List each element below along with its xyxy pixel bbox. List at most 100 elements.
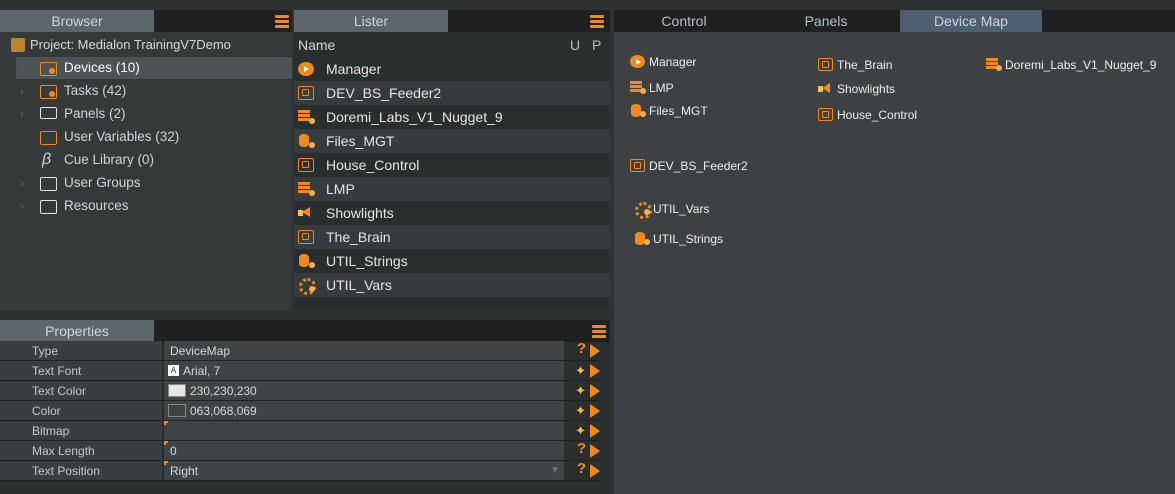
tab-properties[interactable]: Properties: [0, 320, 154, 342]
edit-corner-marker: [164, 441, 168, 445]
folder-icon: [40, 177, 57, 191]
chevron-right-icon[interactable]: ›: [20, 195, 24, 217]
tree-item-label: User Groups: [64, 175, 141, 190]
properties-panel: Properties Type DeviceMap ? Text Font A …: [0, 320, 610, 494]
lister-panel: Lister Name U P Manager DEV_BS_Feeder2 D…: [294, 10, 610, 310]
property-buttons: ✦: [560, 381, 600, 400]
list-item[interactable]: House_Control: [294, 153, 610, 177]
property-value-field[interactable]: DeviceMap: [164, 341, 564, 360]
map-device-label: The_Brain: [837, 58, 893, 72]
properties-tabbar: Properties: [0, 320, 610, 342]
database-icon: [298, 254, 315, 268]
property-row-type: Type DeviceMap ?: [0, 339, 604, 361]
property-value-field[interactable]: A Arial, 7: [164, 361, 564, 380]
color-swatch[interactable]: [168, 404, 186, 417]
tree-item-tasks[interactable]: › Tasks (42): [16, 80, 292, 102]
tab-panels[interactable]: Panels: [754, 10, 898, 32]
hamburger-menu-icon[interactable]: [275, 14, 289, 28]
property-value: 230,230,230: [190, 384, 257, 398]
tree-item-resources[interactable]: › Resources: [16, 195, 292, 217]
list-item[interactable]: Files_MGT: [294, 129, 610, 153]
property-row-bitmap: Bitmap ✦: [0, 421, 604, 441]
property-value: 0: [170, 444, 177, 458]
list-item[interactable]: Manager: [294, 57, 610, 81]
play-arrow-icon[interactable]: [590, 344, 600, 358]
list-item[interactable]: The_Brain: [294, 225, 610, 249]
list-item[interactable]: DEV_BS_Feeder2: [294, 81, 610, 105]
help-icon[interactable]: ?: [577, 459, 586, 479]
magic-wand-icon[interactable]: ✦: [575, 361, 586, 381]
list-item[interactable]: Showlights: [294, 201, 610, 225]
property-key: Text Font: [0, 361, 162, 380]
property-value-field[interactable]: 0: [164, 441, 564, 460]
map-device-label: DEV_BS_Feeder2: [649, 159, 748, 173]
property-buttons: ?: [560, 339, 600, 360]
color-swatch[interactable]: [168, 384, 186, 397]
tab-control[interactable]: Control: [614, 10, 754, 32]
list-item-name: The_Brain: [326, 229, 391, 245]
list-item[interactable]: UTIL_Strings: [294, 249, 610, 273]
play-arrow-icon[interactable]: [590, 444, 600, 458]
play-arrow-icon[interactable]: [590, 384, 600, 398]
tree-item-label: Cue Library (0): [64, 152, 155, 167]
property-value-field[interactable]: [164, 421, 564, 440]
property-buttons: ?: [560, 459, 600, 480]
property-buttons: ✦: [560, 361, 600, 380]
property-value-field[interactable]: 063,068,069: [164, 401, 564, 420]
server-stack-icon: [986, 58, 1002, 71]
help-icon[interactable]: ?: [577, 339, 586, 359]
list-item[interactable]: Doremi_Labs_V1_Nugget_9: [294, 105, 610, 129]
property-key: Color: [0, 401, 162, 420]
play-arrow-icon[interactable]: [590, 364, 600, 378]
tab-device-map[interactable]: Device Map: [900, 10, 1042, 32]
column-header-u[interactable]: U: [570, 34, 580, 56]
list-item[interactable]: LMP: [294, 177, 610, 201]
devices-folder-icon: [40, 62, 57, 76]
property-value-field[interactable]: 230,230,230: [164, 381, 564, 400]
list-item-name: UTIL_Strings: [326, 253, 408, 269]
chevron-right-icon[interactable]: ›: [20, 103, 24, 125]
monitor-device-icon: [298, 230, 314, 244]
chevron-right-icon[interactable]: ›: [20, 80, 24, 102]
property-row-text-font: Text Font A Arial, 7 ✦: [0, 361, 604, 381]
monitor-device-icon: [298, 86, 314, 100]
tree-item-user-variables[interactable]: User Variables (32): [16, 126, 292, 148]
property-key: Type: [0, 341, 162, 360]
hamburger-menu-icon[interactable]: [592, 324, 606, 338]
text-position-select[interactable]: Right ▼: [164, 461, 564, 480]
column-header-name[interactable]: Name: [298, 34, 335, 56]
list-item-name: UTIL_Vars: [326, 277, 392, 293]
column-header-p[interactable]: P: [592, 34, 601, 56]
monitor-device-icon: [818, 58, 833, 71]
map-device-label: Doremi_Labs_V1_Nugget_9: [1005, 58, 1157, 72]
tree-item-label: User Variables (32): [64, 129, 180, 144]
play-arrow-icon[interactable]: [590, 464, 600, 478]
project-label: Project: Medialon TrainingV7Demo: [30, 37, 231, 52]
help-icon[interactable]: ?: [577, 439, 586, 459]
list-item[interactable]: UTIL_Vars: [294, 273, 610, 297]
property-value: Right: [170, 464, 199, 478]
edit-corner-marker: [164, 461, 168, 465]
project-root[interactable]: Project: Medialon TrainingV7Demo: [0, 34, 292, 56]
tree-item-devices[interactable]: › Devices (10): [16, 57, 292, 79]
tree-item-panels[interactable]: › Panels (2): [16, 103, 292, 125]
hamburger-menu-icon[interactable]: [590, 14, 604, 28]
monitor-device-icon: [818, 108, 833, 121]
tree-item-label: Resources: [64, 198, 129, 213]
chevron-down-icon[interactable]: ▼: [550, 461, 560, 481]
tree-item-user-groups[interactable]: › User Groups: [16, 172, 292, 194]
map-device-label: Files_MGT: [649, 104, 708, 118]
tab-lister[interactable]: Lister: [294, 10, 448, 32]
play-arrow-icon[interactable]: [590, 404, 600, 418]
magic-wand-icon[interactable]: ✦: [575, 381, 586, 401]
tab-browser[interactable]: Browser: [0, 10, 154, 32]
chevron-right-icon[interactable]: ›: [20, 57, 24, 79]
tree-item-cue-library[interactable]: β Cue Library (0): [16, 149, 292, 171]
play-circle-icon: [298, 62, 314, 76]
monitor-icon: [40, 107, 57, 119]
lister-header: Name U P: [294, 34, 610, 56]
magic-wand-icon[interactable]: ✦: [575, 421, 586, 441]
magic-wand-icon[interactable]: ✦: [575, 401, 586, 421]
chevron-right-icon[interactable]: ›: [20, 172, 24, 194]
play-arrow-icon[interactable]: [590, 424, 600, 438]
